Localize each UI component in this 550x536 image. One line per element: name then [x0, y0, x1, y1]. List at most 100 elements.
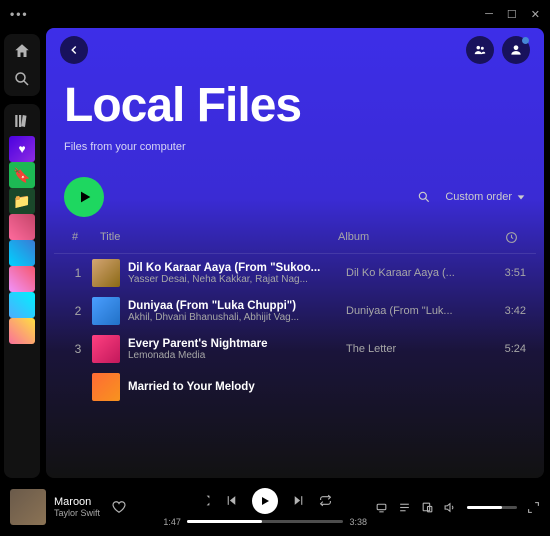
main-view: Local Files Files from your computer Cus… [46, 28, 544, 478]
previous-icon[interactable] [225, 494, 238, 507]
sidebar-playlist[interactable] [9, 214, 35, 240]
library-group: ♥🔖📁 [4, 104, 40, 478]
notification-dot [522, 37, 529, 44]
search-in-list-icon[interactable] [417, 190, 431, 204]
track-title: Dil Ko Karaar Aaya (From "Sukoo... [128, 262, 320, 274]
table-row[interactable]: Married to Your Melody [54, 368, 536, 406]
app-body: ♥🔖📁 Local Files Files from your computer [0, 28, 550, 478]
total-time: 3:38 [349, 517, 367, 527]
lyrics-icon[interactable] [375, 501, 388, 514]
close-button[interactable]: ✕ [531, 8, 540, 21]
search-icon[interactable] [13, 70, 31, 88]
track-art [92, 373, 120, 401]
player-controls [198, 488, 332, 514]
col-index: # [72, 231, 100, 247]
menu-dots[interactable]: ••• [10, 7, 29, 21]
devices-icon[interactable] [421, 501, 434, 514]
track-album: The Letter [346, 343, 476, 355]
sidebar-playlist[interactable] [9, 240, 35, 266]
profile-button[interactable] [502, 36, 530, 64]
play-all-button[interactable] [64, 177, 104, 217]
volume-fill [467, 506, 502, 509]
page-title: Local Files [64, 78, 526, 133]
track-art [92, 335, 120, 363]
track-artist: Lemonada Media [128, 350, 268, 361]
fullscreen-icon[interactable] [527, 501, 540, 514]
queue-icon[interactable] [398, 501, 411, 514]
titlebar: ••• ─ ☐ ✕ [0, 0, 550, 28]
sidebar-playlist[interactable]: 📁 [9, 188, 35, 214]
minimize-button[interactable]: ─ [485, 8, 493, 21]
action-bar: Custom order [46, 167, 544, 227]
library-icon[interactable] [13, 112, 31, 130]
now-playing: Maroon Taylor Swift [10, 489, 155, 525]
hero: Local Files Files from your computer [46, 72, 544, 167]
track-artist: Akhil, Dhvani Bhanushali, Abhijit Vag... [128, 312, 299, 323]
repeat-icon[interactable] [319, 494, 332, 507]
col-duration [468, 231, 518, 247]
track-index: 2 [64, 304, 92, 318]
back-button[interactable] [60, 36, 88, 64]
track-album: Duniyaa (From "Luk... [346, 305, 476, 317]
track-duration: 5:24 [476, 343, 526, 355]
now-playing-meta: Maroon Taylor Swift [54, 496, 100, 518]
col-title: Title [100, 231, 338, 247]
track-meta: Dil Ko Karaar Aaya (From "Sukoo... Yasse… [128, 262, 320, 285]
friends-button[interactable] [466, 36, 494, 64]
track-artist: Yasser Desai, Neha Kakkar, Rajat Nag... [128, 274, 320, 285]
now-playing-title[interactable]: Maroon [54, 496, 100, 508]
heart-icon[interactable] [112, 500, 126, 514]
table-header: # Title Album [54, 227, 536, 254]
maximize-button[interactable]: ☐ [507, 8, 517, 21]
track-index: 1 [64, 266, 92, 280]
play-icon [77, 189, 93, 205]
sort-label: Custom order [445, 191, 512, 203]
track-title-cell: Dil Ko Karaar Aaya (From "Sukoo... Yasse… [92, 259, 346, 287]
window-controls: ─ ☐ ✕ [485, 8, 540, 21]
track-title-cell: Duniyaa (From "Luka Chuppi") Akhil, Dhva… [92, 297, 346, 325]
nav-group [4, 34, 40, 96]
track-meta: Every Parent's Nightmare Lemonada Media [128, 338, 268, 361]
track-meta: Duniyaa (From "Luka Chuppi") Akhil, Dhva… [128, 300, 299, 323]
user-icon [509, 43, 523, 57]
track-duration: 3:42 [476, 305, 526, 317]
track-art [92, 297, 120, 325]
track-meta: Married to Your Melody [128, 381, 255, 393]
track-title-cell: Married to Your Melody [92, 373, 346, 401]
progress-bar[interactable] [187, 520, 344, 523]
table-row[interactable]: 2 Duniyaa (From "Luka Chuppi") Akhil, Dh… [54, 292, 536, 330]
track-list: 1 Dil Ko Karaar Aaya (From "Sukoo... Yas… [46, 254, 544, 478]
player-bar: Maroon Taylor Swift 1:47 3:38 [0, 478, 550, 536]
sidebar-playlist[interactable]: 🔖 [9, 162, 35, 188]
chevron-left-icon [67, 43, 81, 57]
sidebar-playlist[interactable] [9, 318, 35, 344]
volume-icon[interactable] [444, 501, 457, 514]
track-title-cell: Every Parent's Nightmare Lemonada Media [92, 335, 346, 363]
track-title: Duniyaa (From "Luka Chuppi") [128, 300, 299, 312]
sort-button[interactable]: Custom order [445, 191, 526, 203]
track-duration: 3:51 [476, 267, 526, 279]
chevron-down-icon [516, 192, 526, 202]
table-row[interactable]: 1 Dil Ko Karaar Aaya (From "Sukoo... Yas… [54, 254, 536, 292]
shuffle-icon[interactable] [198, 494, 211, 507]
sort-area: Custom order [417, 190, 526, 204]
track-index: 3 [64, 342, 92, 356]
now-playing-art[interactable] [10, 489, 46, 525]
now-playing-artist[interactable]: Taylor Swift [54, 508, 100, 518]
next-icon[interactable] [292, 494, 305, 507]
track-album: Dil Ko Karaar Aaya (... [346, 267, 476, 279]
table-row[interactable]: 3 Every Parent's Nightmare Lemonada Medi… [54, 330, 536, 368]
sidebar-playlist[interactable]: ♥ [9, 136, 35, 162]
sidebar: ♥🔖📁 [0, 28, 44, 478]
sidebar-playlist[interactable] [9, 266, 35, 292]
play-icon [259, 495, 271, 507]
clock-icon [505, 231, 518, 244]
home-icon[interactable] [13, 42, 31, 60]
col-album: Album [338, 231, 468, 247]
play-pause-button[interactable] [252, 488, 278, 514]
page-subtitle: Files from your computer [64, 141, 526, 153]
track-title: Married to Your Melody [128, 381, 255, 393]
volume-bar[interactable] [467, 506, 517, 509]
player-center: 1:47 3:38 [163, 488, 367, 527]
sidebar-playlist[interactable] [9, 292, 35, 318]
